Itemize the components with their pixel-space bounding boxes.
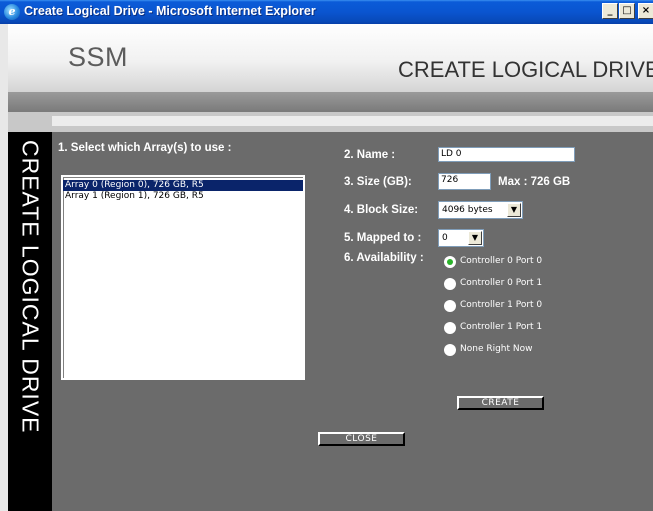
mapped-to-select[interactable]: 0 ▼ bbox=[438, 229, 484, 247]
window-title: Create Logical Drive - Microsoft Interne… bbox=[24, 4, 316, 18]
chevron-down-icon[interactable]: ▼ bbox=[507, 203, 521, 217]
name-label: 2. Name : bbox=[344, 149, 396, 161]
select-arrays-label: 1. Select which Array(s) to use : bbox=[58, 142, 232, 154]
internet-explorer-icon: e bbox=[4, 4, 20, 20]
size-max-text: Max : 726 GB bbox=[498, 176, 571, 188]
array-listbox[interactable]: Array 0 (Region 0), 726 GB, R5 Array 1 (… bbox=[61, 175, 305, 380]
block-size-select[interactable]: 4096 bytes ▼ bbox=[438, 201, 523, 219]
chevron-down-icon[interactable]: ▼ bbox=[468, 231, 482, 245]
availability-option-label: Controller 1 Port 1 bbox=[460, 322, 543, 332]
header-divider-highlight bbox=[52, 116, 653, 126]
block-size-value: 4096 bytes bbox=[442, 205, 493, 215]
mapped-to-label: 5. Mapped to : bbox=[344, 232, 422, 244]
availability-option-label: Controller 1 Port 0 bbox=[460, 300, 543, 310]
ssm-logo: SSM bbox=[68, 42, 129, 72]
window-titlebar[interactable]: e Create Logical Drive - Microsoft Inter… bbox=[0, 0, 653, 24]
radio-button[interactable] bbox=[444, 256, 456, 268]
page-header: SSM CREATE LOGICAL DRIVE bbox=[8, 24, 653, 92]
radio-button[interactable] bbox=[444, 278, 456, 290]
array-list-item[interactable]: Array 0 (Region 0), 726 GB, R5 bbox=[63, 180, 303, 191]
close-button[interactable]: CLOSE bbox=[318, 432, 405, 446]
size-label: 3. Size (GB): bbox=[344, 176, 412, 188]
radio-button[interactable] bbox=[444, 344, 456, 356]
availability-option-label: None Right Now bbox=[460, 344, 533, 354]
close-window-button[interactable]: × bbox=[638, 3, 653, 19]
mapped-to-value: 0 bbox=[442, 233, 448, 243]
header-band bbox=[8, 92, 653, 112]
availability-option-label: Controller 0 Port 0 bbox=[460, 256, 543, 266]
page-title: CREATE LOGICAL DRIVE bbox=[398, 57, 653, 82]
window-left-border bbox=[0, 24, 8, 511]
side-label: CREATE LOGICAL DRIVE bbox=[8, 132, 52, 511]
side-label-text: CREATE LOGICAL DRIVE bbox=[17, 140, 44, 434]
radio-button[interactable] bbox=[444, 300, 456, 312]
radio-button[interactable] bbox=[444, 322, 456, 334]
minimize-button[interactable]: _ bbox=[602, 3, 618, 19]
array-list-item[interactable]: Array 1 (Region 1), 726 GB, R5 bbox=[63, 191, 303, 202]
block-size-label: 4. Block Size: bbox=[344, 204, 419, 216]
availability-label: 6. Availability : bbox=[344, 252, 424, 264]
maximize-button[interactable]: □ bbox=[619, 3, 635, 19]
size-input[interactable]: 726 bbox=[438, 173, 491, 190]
create-button[interactable]: CREATE bbox=[457, 396, 544, 410]
availability-option-label: Controller 0 Port 1 bbox=[460, 278, 543, 288]
name-input[interactable]: LD 0 bbox=[438, 147, 575, 162]
